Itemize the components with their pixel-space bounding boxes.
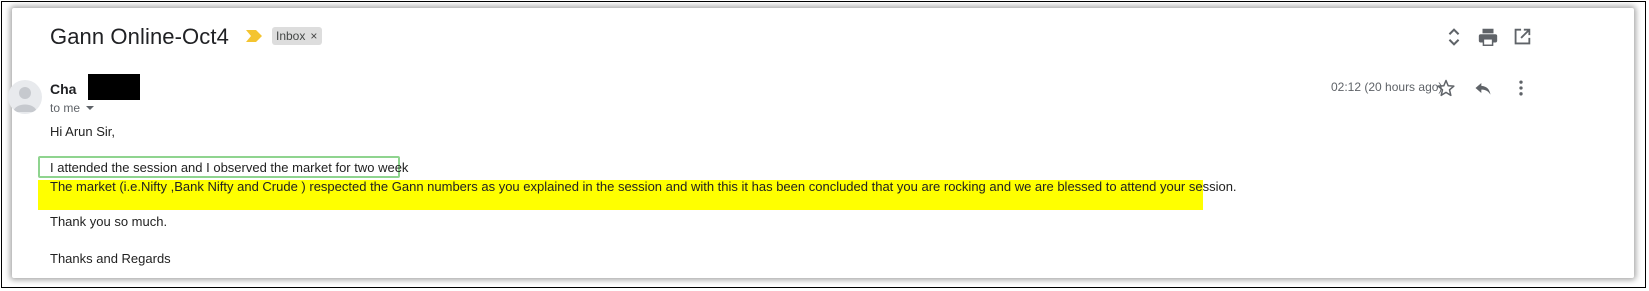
- print-icon[interactable]: [1477, 26, 1499, 48]
- body-closing: Thanks and Regards: [50, 251, 171, 266]
- open-in-new-window-icon[interactable]: [1511, 26, 1533, 48]
- chevron-down-icon: [86, 106, 95, 110]
- remove-label-button[interactable]: ×: [310, 27, 317, 45]
- star-icon[interactable]: [1436, 78, 1456, 98]
- avatar-silhouette-icon: [13, 87, 37, 112]
- body-greeting: Hi Arun Sir,: [50, 124, 116, 139]
- sender-name-prefix: Cha: [50, 81, 77, 97]
- avatar[interactable]: [8, 80, 42, 114]
- redaction-box: [88, 74, 140, 100]
- inbox-label-text: Inbox: [276, 29, 306, 43]
- email-view: [12, 8, 1634, 278]
- recipient-text: to me: [50, 101, 81, 115]
- email-subject: Gann Online-Oct4: [50, 24, 229, 49]
- more-vert-icon[interactable]: [1511, 78, 1531, 98]
- email-date: 02:12 (20 hours ago): [1331, 80, 1443, 94]
- body-thanks: Thank you so much.: [50, 214, 168, 229]
- body-line-attended: I attended the session and I observed th…: [50, 160, 409, 175]
- body-line-market: The market (i.e.Nifty ,Bank Nifty and Cr…: [50, 179, 1237, 194]
- expand-collapse-icon[interactable]: [1443, 26, 1465, 48]
- reply-icon[interactable]: [1473, 78, 1493, 98]
- inbox-label-chip: Inbox ×: [272, 27, 323, 45]
- recipient-details-toggle[interactable]: to me: [50, 101, 95, 115]
- importance-marker-icon[interactable]: [246, 30, 262, 42]
